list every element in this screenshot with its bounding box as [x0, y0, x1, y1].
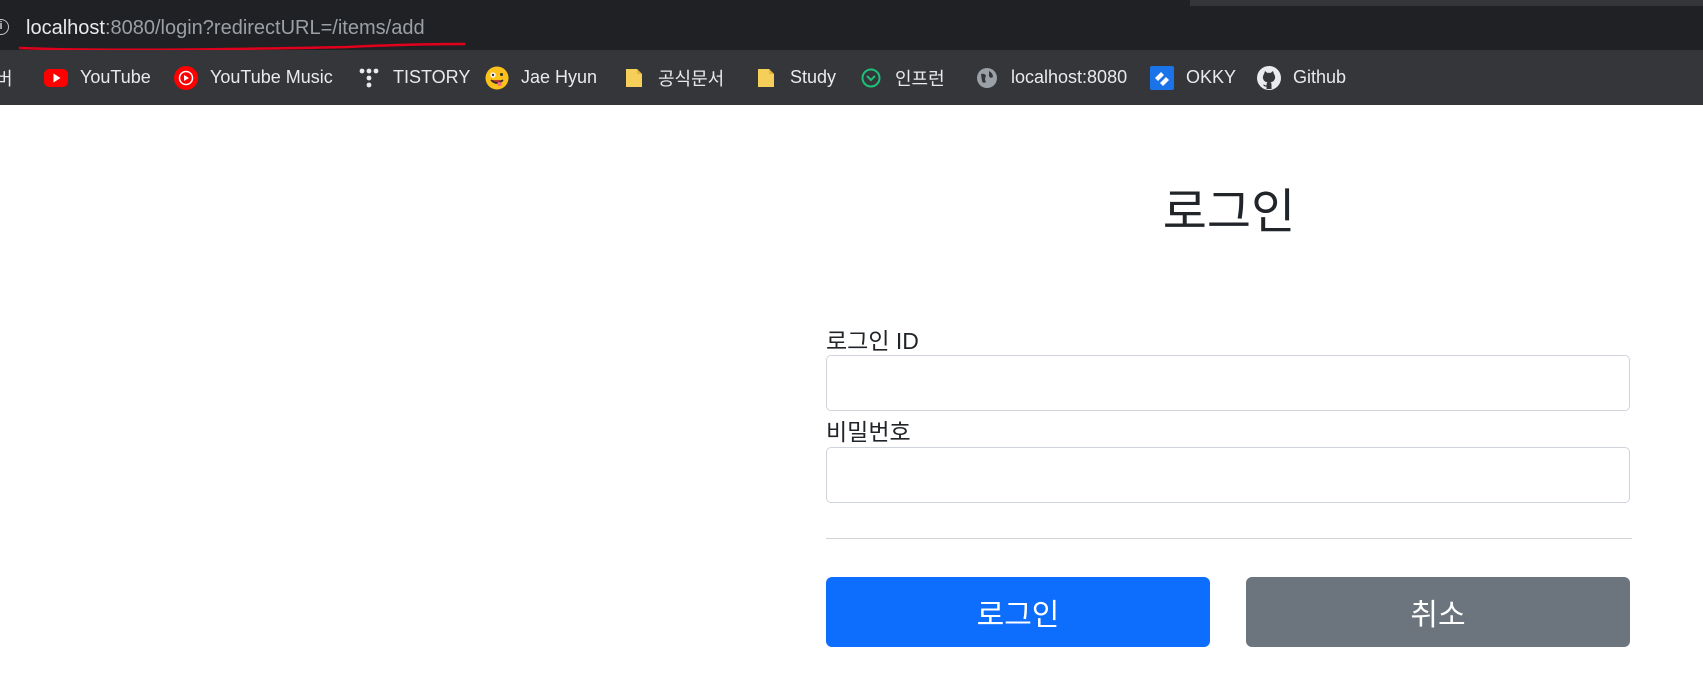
folder-icon [754, 66, 778, 90]
bookmark-label: Github [1293, 67, 1347, 87]
github-icon [1257, 65, 1281, 90]
bookmark-item-okky[interactable]: OKKY [1150, 50, 1236, 105]
bookmark-label: YouTube [80, 67, 151, 87]
bookmark-label: 인프런 [895, 68, 945, 89]
bookmark-item-jae-hyun[interactable]: Jae Hyun [485, 50, 597, 105]
info-icon[interactable]: i [0, 19, 9, 35]
address-bar[interactable]: i localhost:8080/login?redirectURL=/item… [0, 6, 1703, 52]
inflearn-icon [859, 66, 883, 90]
globe-icon [975, 66, 999, 90]
bookmark-item-localhost[interactable]: localhost:8080 [975, 50, 1127, 105]
password-label: 비밀번호 [826, 419, 911, 445]
bookmarks-bar: 버 YouTube YouTube Music TISTORY Jae Hyun… [0, 50, 1703, 105]
tistory-icon [357, 66, 381, 90]
bookmark-label: Study [790, 67, 837, 87]
bookmark-label: Jae Hyun [521, 67, 598, 87]
bookmark-label: localhost:8080 [1011, 67, 1128, 87]
bookmark-item-github[interactable]: Github [1257, 50, 1346, 105]
url-text[interactable]: localhost:8080/login?redirectURL=/items/… [26, 17, 425, 40]
login-id-input[interactable] [826, 355, 1630, 411]
bookmark-label: 공식문서 [658, 68, 725, 89]
youtube-icon [44, 66, 68, 90]
bookmark-item-youtube-music[interactable]: YouTube Music [174, 50, 333, 105]
login-submit-button[interactable]: 로그인 [826, 577, 1210, 647]
url-host: localhost [26, 17, 105, 39]
password-input[interactable] [826, 447, 1630, 503]
bookmark-item-study[interactable]: Study [754, 50, 836, 105]
youtube-music-icon [174, 65, 198, 90]
form-divider [826, 538, 1632, 539]
cancel-button[interactable]: 취소 [1246, 577, 1630, 647]
bookmark-item-inflearn[interactable]: 인프런 [859, 50, 945, 105]
login-id-label: 로그인 ID [826, 328, 919, 354]
bookmark-label: OKKY [1186, 67, 1237, 87]
bookmark-item-tistory[interactable]: TISTORY [357, 50, 470, 105]
bookmark-item-official-docs[interactable]: 공식문서 [622, 50, 724, 105]
bookmark-label: TISTORY [393, 67, 471, 87]
url-path: :8080/login?redirectURL=/items/add [104, 17, 425, 39]
emoji-face-icon [485, 66, 509, 90]
page-title: 로그인 [1162, 186, 1296, 239]
bookmark-item-youtube[interactable]: YouTube [44, 50, 151, 105]
okky-icon [1150, 65, 1174, 90]
folder-icon [622, 66, 646, 90]
bookmark-label: 버 [0, 68, 13, 89]
bookmark-label: YouTube Music [210, 67, 333, 87]
bookmark-item-naver[interactable]: 버 [0, 50, 13, 105]
